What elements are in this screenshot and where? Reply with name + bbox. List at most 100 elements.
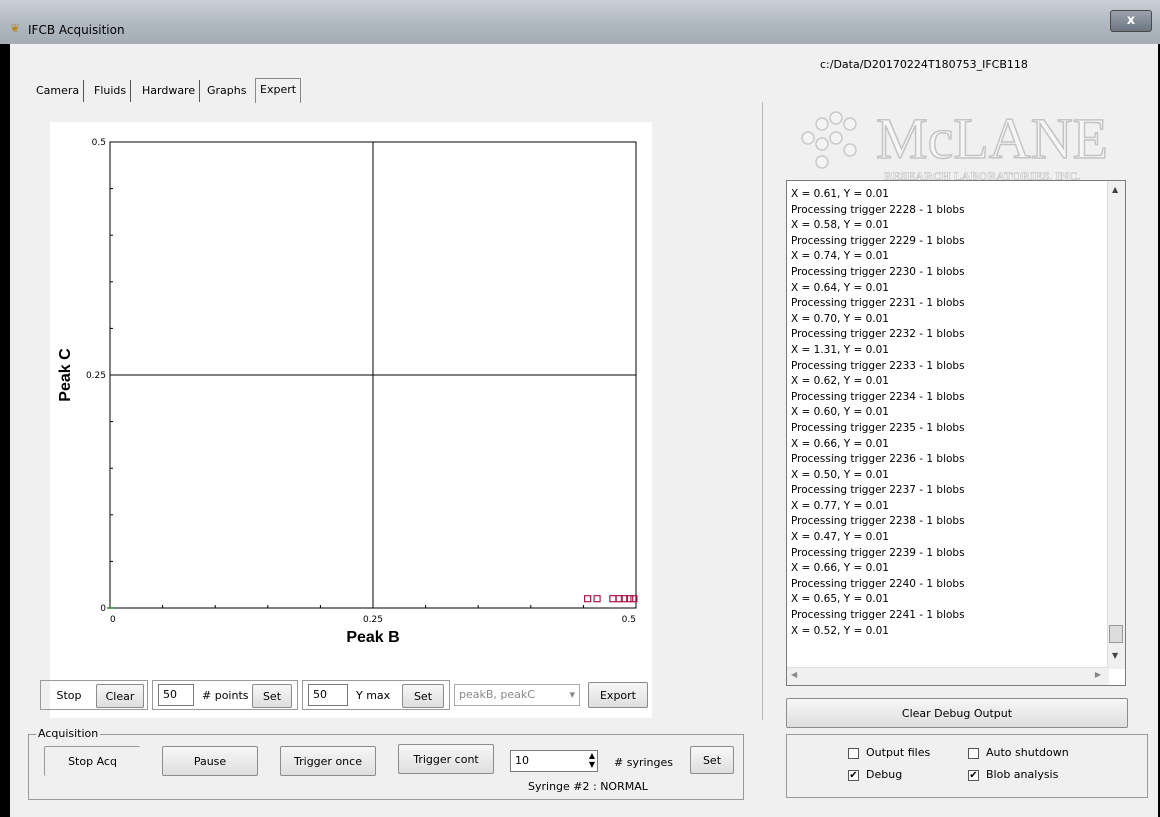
debug-line: X = 0.74, Y = 0.01 (791, 250, 889, 263)
blob-analysis-label: Blob analysis (986, 768, 1059, 781)
debug-line: Processing trigger 2232 - 1 blobs (791, 328, 965, 341)
tab-fluids[interactable]: Fluids (90, 80, 132, 102)
debug-line: X = 0.58, Y = 0.01 (791, 219, 889, 232)
debug-line: X = 0.77, Y = 0.01 (791, 499, 889, 512)
set-ymax-button[interactable]: Set (402, 684, 444, 708)
window-title: IFCB Acquisition (28, 23, 125, 37)
tab-camera[interactable]: Camera (32, 80, 85, 102)
debug-line: Processing trigger 2230 - 1 blobs (791, 265, 965, 278)
tab-graphs[interactable]: Graphs (203, 80, 250, 102)
debug-line: Processing trigger 2240 - 1 blobs (791, 577, 965, 590)
debug-vertical-scrollbar[interactable]: ▲ ▼ (1107, 181, 1125, 669)
scroll-left-icon[interactable]: ◀ (791, 670, 797, 679)
syringes-value: 10 (515, 754, 529, 767)
application-window: ❦ IFCB Acquisition x Camera Fluids Hardw… (0, 0, 1160, 817)
clear-debug-button[interactable]: Clear Debug Output (786, 698, 1128, 728)
debug-horizontal-scrollbar[interactable]: ◀ ▶ (787, 667, 1109, 685)
debug-line: X = 0.47, Y = 0.01 (791, 531, 889, 544)
debug-line: Processing trigger 2229 - 1 blobs (791, 234, 965, 247)
debug-line: X = 0.66, Y = 0.01 (791, 437, 889, 450)
scroll-thumb[interactable] (1109, 625, 1123, 643)
debug-line: Processing trigger 2241 - 1 blobs (791, 609, 965, 622)
debug-line: X = 0.61, Y = 0.01 (791, 188, 889, 200)
set-syringes-button[interactable]: Set (690, 746, 734, 774)
stop-acq-button[interactable]: Stop Acq (44, 746, 140, 776)
output-files-checkbox[interactable] (848, 748, 859, 759)
data-path: c:/Data/D20170224T180753_IFCB118 (820, 58, 1028, 71)
client-area: Camera Fluids Hardware Graphs Expert 0 0.… (10, 44, 1158, 817)
checkmark-icon: ✔ (849, 770, 858, 781)
app-icon: ❦ (9, 21, 21, 35)
scroll-down-icon[interactable]: ▼ (1112, 651, 1118, 660)
plot-canvas: 0 0.25 0.5 0.5 0.25 0 Peak B Peak C (57, 138, 638, 646)
y-tick-label: 0.5 (92, 138, 106, 148)
debug-line: Processing trigger 2239 - 1 blobs (791, 546, 965, 559)
stop-button[interactable]: Stop (46, 684, 92, 708)
syringe-status: Syringe #2 : NORMAL (528, 780, 648, 793)
trigger-cont-button[interactable]: Trigger cont (398, 744, 494, 774)
debug-line: Processing trigger 2238 - 1 blobs (791, 515, 965, 528)
debug-line: X = 0.50, Y = 0.01 (791, 468, 889, 481)
checkmark-icon: ✔ (969, 770, 978, 781)
debug-line: Processing trigger 2237 - 1 blobs (791, 484, 965, 497)
x-tick-label: 0.25 (363, 615, 383, 625)
debug-line: Processing trigger 2235 - 1 blobs (791, 421, 965, 434)
chevron-down-icon: ▾ (569, 688, 575, 701)
set-points-button[interactable]: Set (252, 684, 292, 708)
panel-divider (762, 102, 763, 720)
blob-analysis-checkbox[interactable]: ✔ (968, 770, 979, 781)
clear-button[interactable]: Clear (96, 684, 144, 708)
debug-output[interactable]: X = 0.61, Y = 0.01 Processing trigger 222… (786, 180, 1126, 686)
mclane-logo: McLANE RESEARCH LABORATORIES, INC. (801, 105, 1109, 183)
debug-lines: X = 0.61, Y = 0.01 Processing trigger 222… (791, 187, 965, 639)
title-bar: ❦ IFCB Acquisition x (0, 0, 1160, 44)
debug-line: X = 0.52, Y = 0.01 (791, 624, 889, 637)
debug-line: X = 0.66, Y = 0.01 (791, 562, 889, 575)
debug-checkbox[interactable]: ✔ (848, 770, 859, 781)
x-axis-title: Peak B (346, 629, 399, 646)
debug-line: X = 0.65, Y = 0.01 (791, 593, 889, 606)
series-select[interactable]: peakB, peakC ▾ (454, 684, 580, 706)
debug-line: Processing trigger 2228 - 1 blobs (791, 203, 965, 216)
debug-line: X = 0.70, Y = 0.01 (791, 312, 889, 325)
syringes-label: # syringes (614, 756, 673, 769)
debug-line: X = 0.62, Y = 0.01 (791, 375, 889, 388)
trigger-once-button[interactable]: Trigger once (280, 746, 376, 776)
ymax-label: Y max (356, 689, 391, 702)
scatter-plot: 0 0.25 0.5 0.5 0.25 0 Peak B Peak C (50, 122, 652, 718)
points-input[interactable]: 50 (158, 684, 194, 706)
y-axis-title: Peak C (57, 348, 74, 402)
data-point (609, 595, 617, 603)
export-button[interactable]: Export (588, 682, 648, 708)
pause-button[interactable]: Pause (162, 746, 258, 776)
y-tick-label: 0.25 (86, 371, 106, 381)
x-tick-label: 0.5 (622, 615, 636, 625)
scroll-right-icon[interactable]: ▶ (1095, 670, 1101, 679)
close-button[interactable]: x (1110, 10, 1152, 32)
debug-line: Processing trigger 2231 - 1 blobs (791, 297, 965, 310)
data-point (593, 595, 601, 603)
options-group (786, 734, 1148, 798)
x-tick-label: 0 (110, 615, 116, 625)
debug-line: X = 1.31, Y = 0.01 (791, 343, 889, 356)
series-select-value: peakB, peakC (459, 688, 535, 701)
debug-line: X = 0.60, Y = 0.01 (791, 406, 889, 419)
debug-label: Debug (866, 768, 903, 781)
logo-wordmark: McLANE (876, 106, 1108, 171)
debug-line: X = 0.64, Y = 0.01 (791, 281, 889, 294)
data-point (584, 595, 592, 603)
debug-line: Processing trigger 2234 - 1 blobs (791, 390, 965, 403)
stepper-arrows-icon[interactable]: ▲ ▼ (589, 751, 595, 769)
tab-hardware[interactable]: Hardware (138, 80, 201, 102)
auto-shutdown-label: Auto shutdown (986, 746, 1069, 759)
tab-expert[interactable]: Expert (255, 78, 302, 103)
auto-shutdown-checkbox[interactable] (968, 748, 979, 759)
points-label: # points (202, 689, 249, 702)
output-files-label: Output files (866, 746, 931, 759)
y-tick-label: 0 (100, 604, 106, 614)
acquisition-group-label: Acquisition (36, 727, 101, 740)
debug-line: Processing trigger 2236 - 1 blobs (791, 453, 965, 466)
ymax-input[interactable]: 50 (308, 684, 348, 706)
syringes-stepper[interactable]: 10 ▲ ▼ (510, 750, 598, 772)
scroll-up-icon[interactable]: ▲ (1112, 185, 1118, 194)
